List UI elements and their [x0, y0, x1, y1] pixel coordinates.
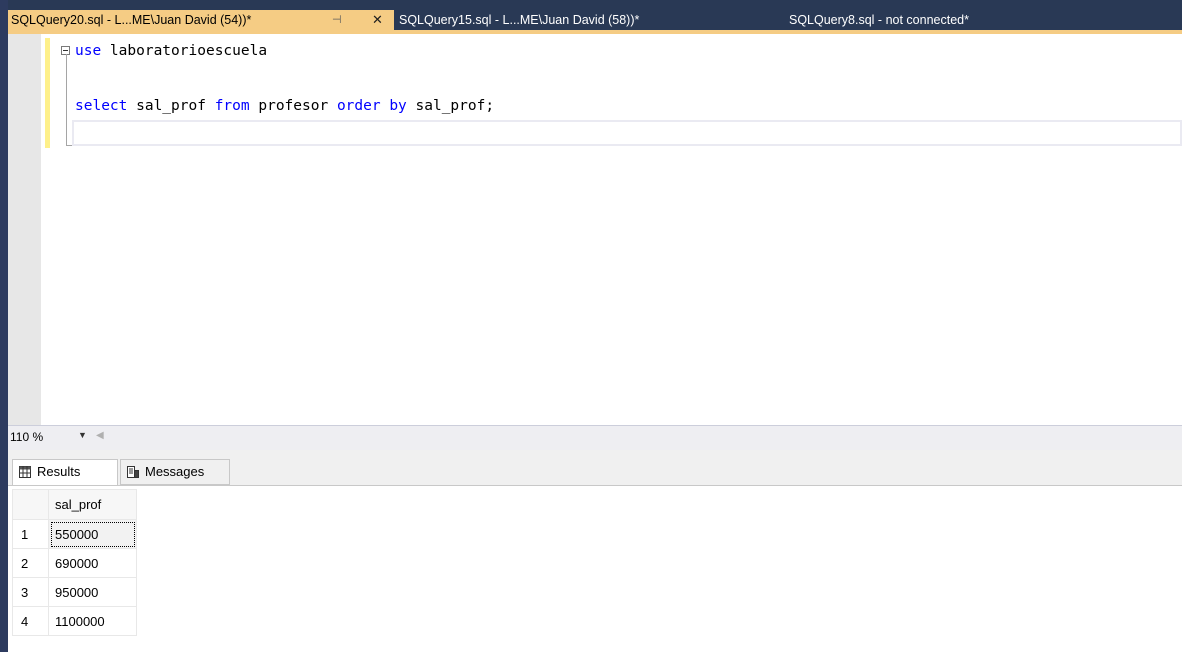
- cell-sal-prof[interactable]: 690000: [48, 548, 137, 578]
- zoom-bar: 110 % ▼ ◀: [8, 425, 1182, 450]
- table-row[interactable]: 2 690000: [12, 548, 137, 578]
- scroll-left-icon[interactable]: ◀: [96, 430, 104, 441]
- tab-sqlquery8[interactable]: SQLQuery8.sql - not connected*: [789, 10, 969, 30]
- window-left-border: [0, 0, 8, 652]
- tab-title: SQLQuery15.sql - L...ME\Juan David (58))…: [399, 13, 640, 27]
- cell-sal-prof[interactable]: 1100000: [48, 606, 137, 636]
- keyword-select: select: [75, 98, 128, 114]
- code-text: sal_prof;: [406, 98, 495, 114]
- keyword-from: from: [214, 98, 250, 114]
- database-name: laboratorioescuela: [101, 43, 268, 59]
- tab-sqlquery15[interactable]: SQLQuery15.sql - L...ME\Juan David (58))…: [399, 10, 639, 30]
- code-text: sal_prof: [127, 98, 215, 114]
- tab-title: SQLQuery20.sql - L...ME\Juan David (54))…: [11, 13, 252, 27]
- close-icon[interactable]: ✕: [372, 10, 383, 30]
- cell-sal-prof[interactable]: 950000: [48, 577, 137, 607]
- outline-guide: [66, 54, 67, 146]
- chevron-down-icon[interactable]: ▼: [78, 430, 87, 440]
- current-line-highlight: [72, 120, 1182, 146]
- tab-label: Results: [37, 464, 81, 479]
- grid-header-row: sal_prof: [12, 489, 137, 520]
- editor-gutter: [8, 34, 41, 425]
- grid-icon: [19, 466, 31, 478]
- cell-sal-prof[interactable]: 550000: [48, 519, 137, 549]
- keyword-order-by: order by: [336, 98, 407, 114]
- tab-label: Messages: [145, 464, 205, 479]
- zoom-level: 110 %: [10, 430, 44, 444]
- table-row[interactable]: 1 550000: [12, 519, 137, 549]
- results-grid[interactable]: sal_prof 1 550000 2 690000 3 950000 4 11…: [12, 489, 137, 636]
- keyword-use: use: [75, 43, 102, 59]
- document-tab-strip: SQLQuery20.sql - L...ME\Juan David (54))…: [8, 0, 1182, 34]
- code-text: profesor: [249, 98, 337, 114]
- tab-title: SQLQuery8.sql - not connected*: [789, 13, 969, 27]
- column-header-sal-prof[interactable]: sal_prof: [48, 489, 137, 520]
- tab-results[interactable]: Results: [12, 459, 118, 485]
- row-number[interactable]: 4: [12, 606, 49, 636]
- row-number[interactable]: 3: [12, 577, 49, 607]
- results-grid-area: sal_prof 1 550000 2 690000 3 950000 4 11…: [8, 485, 1182, 652]
- row-number[interactable]: 2: [12, 548, 49, 578]
- code-line-1: use laboratorioescuela: [75, 43, 267, 59]
- pin-icon[interactable]: ⊣: [332, 10, 342, 30]
- tab-messages[interactable]: Messages: [120, 459, 230, 485]
- results-tab-strip: Results Messages: [8, 450, 1182, 485]
- tab-sqlquery20[interactable]: SQLQuery20.sql - L...ME\Juan David (54))…: [8, 10, 394, 30]
- messages-icon: [127, 466, 139, 478]
- table-row[interactable]: 4 1100000: [12, 606, 137, 636]
- zoom-dropdown[interactable]: 110 % ▼ ◀: [10, 430, 104, 446]
- row-number[interactable]: 1: [12, 519, 49, 549]
- query-editor[interactable]: use laboratorioescuela select sal_prof f…: [8, 34, 1182, 425]
- table-row[interactable]: 3 950000: [12, 577, 137, 607]
- change-tracking-bar: [45, 38, 50, 148]
- code-line-2: select sal_prof from profesor order by s…: [75, 98, 494, 114]
- row-number-header[interactable]: [12, 489, 49, 520]
